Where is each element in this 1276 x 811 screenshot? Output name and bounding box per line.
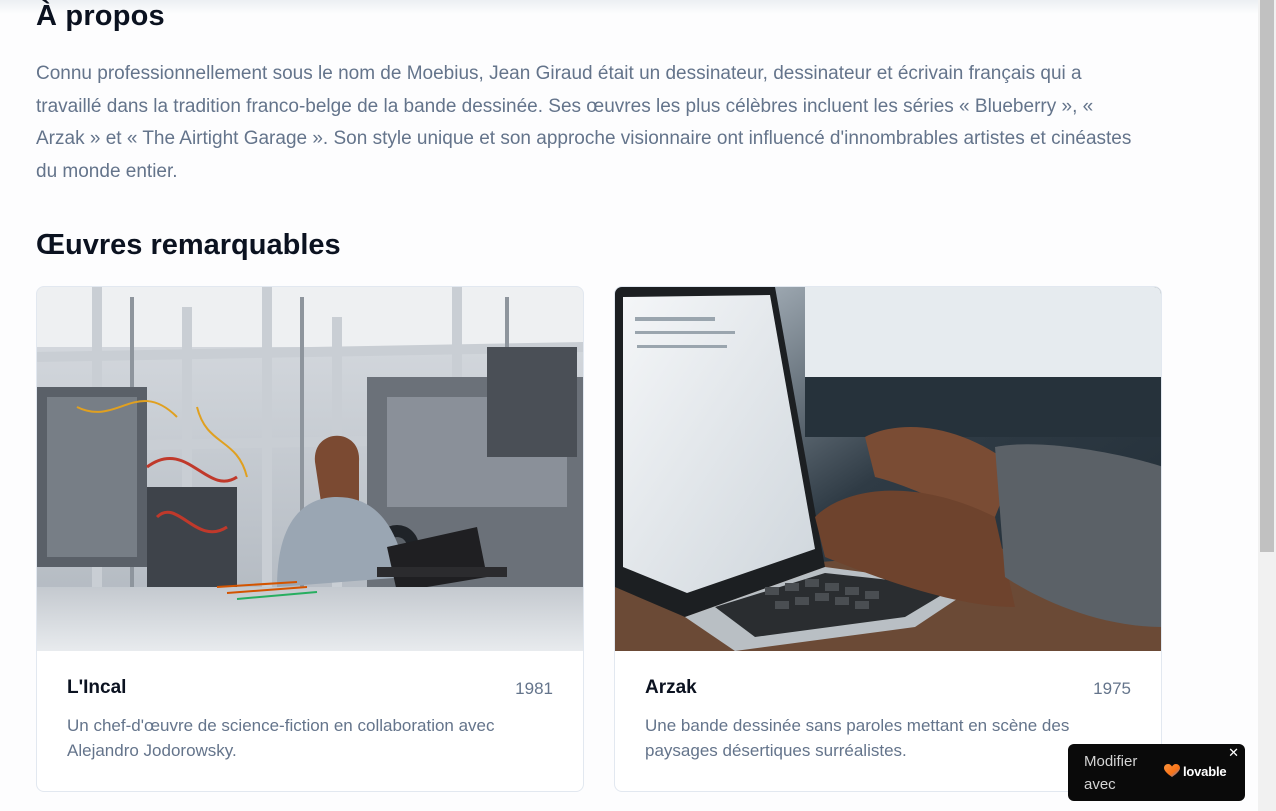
work-card-description: Une bande dessinée sans paroles mettant … (645, 716, 1070, 760)
page: À propos Connu professionnellement sous … (0, 0, 1258, 811)
about-title: À propos (36, 0, 165, 32)
badge-label: Modifier avec (1084, 753, 1138, 793)
works-title: Œuvres remarquables (36, 229, 341, 261)
work-card-year: 1981 (515, 679, 553, 698)
lab-photo (37, 287, 583, 651)
work-card-lincal[interactable]: L'Incal 1981 Un chef-d'œuvre de science-… (36, 286, 584, 792)
close-icon[interactable]: ✕ (1228, 745, 1239, 761)
header-shadow (0, 0, 1258, 14)
lovable-logo: lovable (1183, 764, 1227, 779)
work-card-title: L'Incal (67, 677, 127, 698)
laptop-typing-photo (615, 287, 1161, 651)
work-card-arzak[interactable]: Arzak 1975 Une bande dessinée sans parol… (614, 286, 1162, 792)
scrollbar-thumb[interactable] (1260, 0, 1274, 552)
work-card-description: Un chef-d'œuvre de science-fiction en co… (67, 716, 495, 760)
heart-icon (1164, 764, 1180, 783)
work-card-year: 1975 (1093, 679, 1131, 698)
about-text: Connu professionnellement sous le nom de… (36, 63, 1132, 182)
work-card-title: Arzak (645, 677, 697, 698)
edit-with-lovable-badge[interactable]: Modifier avec lovable ✕ (1068, 744, 1245, 801)
